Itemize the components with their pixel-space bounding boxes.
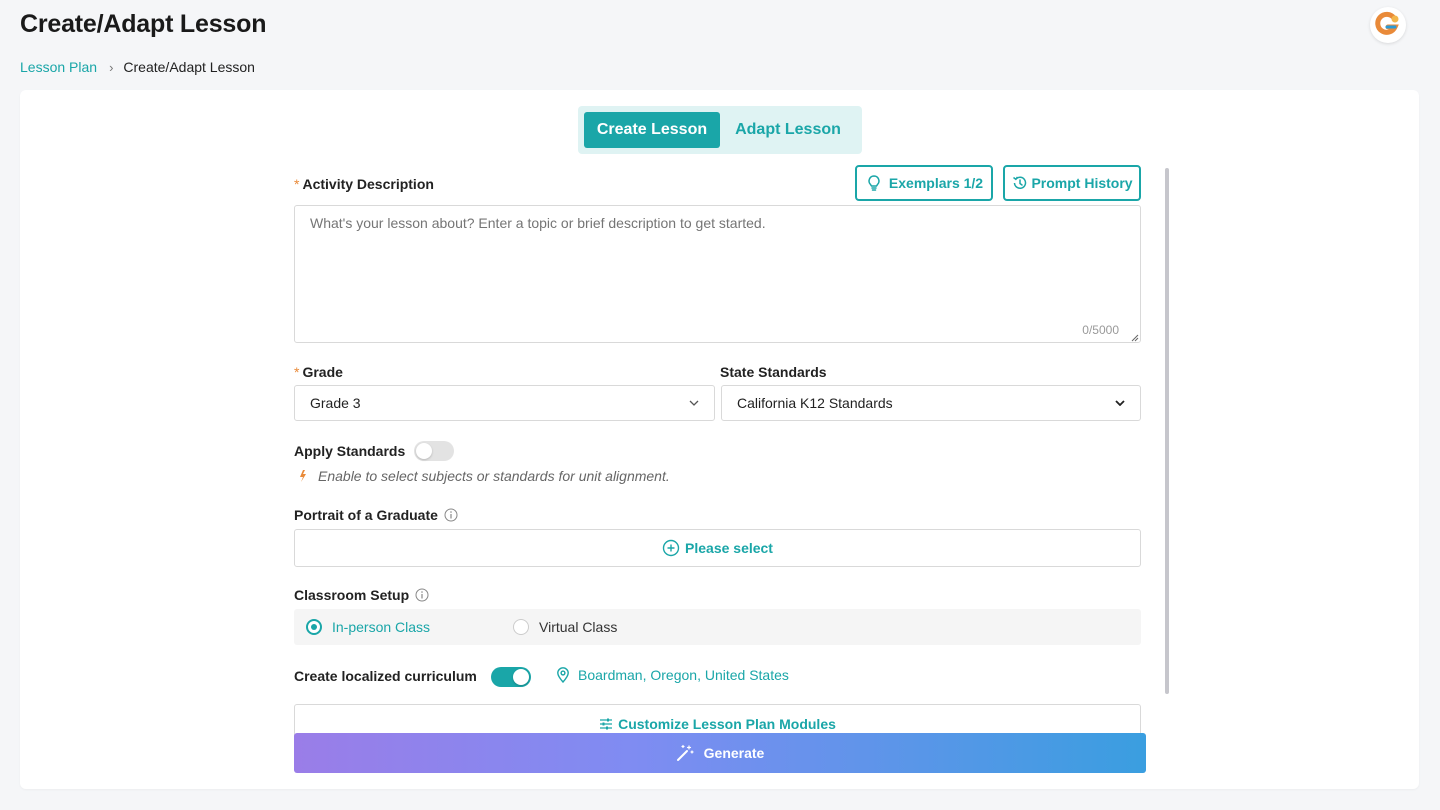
localized-curriculum-toggle[interactable] [491,667,531,687]
apply-standards-hint-text: Enable to select subjects or standards f… [318,468,670,484]
portrait-select-box[interactable]: Please select [294,529,1141,567]
breadcrumb-separator: › [109,59,114,75]
generate-label: Generate [703,745,765,761]
required-mark: * [294,176,300,192]
apply-standards-hint: Enable to select subjects or standards f… [296,468,670,484]
radio-in-person-class[interactable]: In-person Class [306,619,513,635]
grade-label: * Grade [294,364,343,380]
activity-description-label-text: Activity Description [302,176,434,192]
radio-label: Virtual Class [539,619,618,635]
history-icon [1013,176,1027,189]
chevron-down-icon [689,400,699,406]
info-icon[interactable] [444,508,458,522]
portrait-placeholder: Please select [685,540,773,556]
tab-create-lesson[interactable]: Create Lesson [584,112,720,148]
toggle-knob [513,669,529,685]
breadcrumb: Lesson Plan › Create/Adapt Lesson [20,59,255,75]
localized-curriculum-label: Create localized curriculum [294,668,477,684]
character-counter: 0/5000 [1082,323,1119,337]
lightbulb-icon [868,175,880,191]
radio-checked-dot [306,619,322,635]
exemplars-label: Exemplars 1/2 [888,175,984,191]
classroom-setup-label: Classroom Setup [294,587,429,603]
chevron-down-icon [1115,400,1125,406]
grade-select[interactable]: Grade 3 [294,385,715,421]
prompt-history-button[interactable]: Prompt History [1003,165,1141,201]
state-standards-label: State Standards [720,364,827,380]
classroom-setup-radio-group: In-person Class Virtual Class [294,609,1141,645]
radio-label: In-person Class [332,619,431,635]
mode-tabs: Create Lesson Adapt Lesson [578,106,862,154]
magic-wand-icon [676,744,694,761]
main-card: Create Lesson Adapt Lesson * Activity De… [20,90,1419,789]
portrait-label-text: Portrait of a Graduate [294,507,438,523]
resize-grip-icon[interactable] [1131,334,1139,342]
hint-icon [300,470,306,482]
activity-description-input[interactable] [294,205,1141,343]
tab-adapt-lesson[interactable]: Adapt Lesson [720,112,856,148]
apply-standards-label: Apply Standards [294,443,406,459]
info-icon[interactable] [415,588,429,602]
state-standards-value: California K12 Standards [737,395,893,411]
page-title: Create/Adapt Lesson [20,10,267,38]
plus-circle-icon [662,539,680,557]
breadcrumb-lesson-plan-link[interactable]: Lesson Plan [20,59,97,75]
toggle-knob [416,443,432,459]
breadcrumb-current: Create/Adapt Lesson [123,59,255,75]
sliders-icon [600,718,613,730]
form-scrollbar[interactable] [1165,168,1169,694]
location-pin-icon [557,667,569,684]
generate-button[interactable]: Generate [294,733,1146,773]
state-standards-select[interactable]: California K12 Standards [721,385,1141,421]
radio-unchecked-dot [513,619,529,635]
apply-standards-toggle[interactable] [414,441,454,461]
exemplars-button[interactable]: Exemplars 1/2 [855,165,993,201]
grade-label-text: Grade [302,364,343,380]
logo-icon [1375,11,1399,35]
radio-virtual-class[interactable]: Virtual Class [513,619,617,635]
location-link[interactable]: Boardman, Oregon, United States [554,666,789,684]
activity-description-label: * Activity Description [294,176,434,192]
classroom-setup-label-text: Classroom Setup [294,587,410,603]
location-text: Boardman, Oregon, United States [578,667,789,683]
app-logo[interactable] [1370,7,1406,43]
portrait-label: Portrait of a Graduate [294,507,458,523]
prompt-history-label: Prompt History [1031,175,1133,191]
required-mark: * [294,364,300,380]
grade-value: Grade 3 [310,395,361,411]
